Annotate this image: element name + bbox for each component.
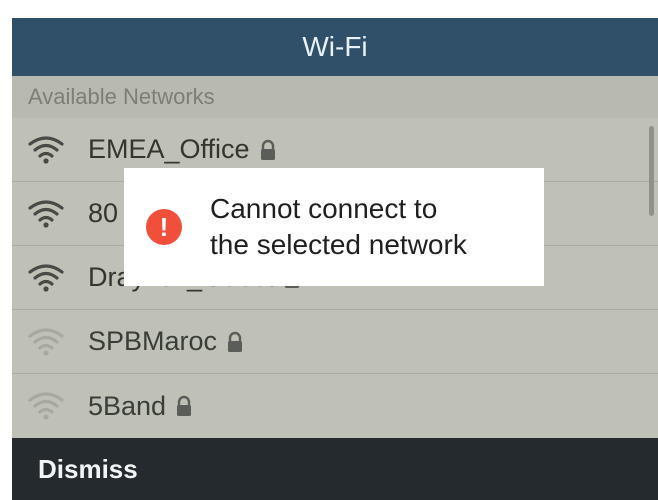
wifi-weak-signal-icon [28,327,64,356]
wifi-signal-icon [28,199,64,228]
dismiss-button[interactable]: Dismiss [38,454,138,485]
error-message-line-1: Cannot connect to [210,193,438,224]
network-row[interactable]: SPBMaroc [12,310,658,374]
page-title: Wi-Fi [302,31,368,62]
lock-icon [228,331,243,352]
wifi-signal-icon [28,263,64,292]
error-message: Cannot connect to the selected network [210,191,467,263]
network-name: SPBMaroc [88,326,218,356]
alert-icon: ! [146,209,182,245]
softkey-bar: Dismiss [12,438,658,500]
section-header: Available Networks [12,76,658,118]
error-message-line-2: the selected network [210,229,467,260]
phone-screen: Wi-Fi Available Networks EMEA_Office 80 … [12,18,658,500]
network-name: 5Band [88,390,167,421]
lock-icon [260,139,275,160]
wifi-weak-signal-icon [28,392,64,420]
wifi-signal-icon [28,135,64,164]
error-dialog: ! Cannot connect to the selected network [124,168,544,286]
lock-icon [177,395,192,416]
scrollbar[interactable] [649,126,654,216]
network-name: 80 [88,198,119,228]
section-title: Available Networks [28,84,215,109]
network-row[interactable]: 5Band [12,374,658,438]
title-bar: Wi-Fi [12,18,658,76]
network-name: EMEA_Office [88,134,250,164]
